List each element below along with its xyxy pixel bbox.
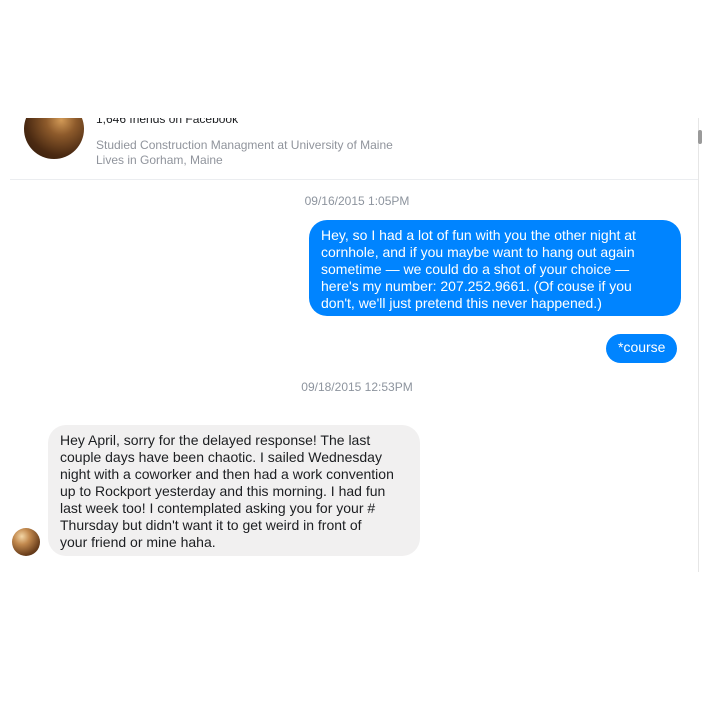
profile-education: Studied Construction Managment at Univer… [96,138,393,152]
message-timestamp: 09/18/2015 12:53PM [301,380,413,394]
scrollbar-thumb[interactable] [698,130,702,144]
message-text: Hey April, sorry for the delayed respons… [60,432,394,550]
profile-location: Lives in Gorham, Maine [96,153,223,167]
incoming-message-bubble[interactable]: Hey April, sorry for the delayed respons… [48,425,420,556]
profile-avatar[interactable] [24,118,84,159]
message-text: *course [618,339,666,355]
outgoing-message-bubble[interactable]: *course [606,334,678,363]
message-timestamp: 09/16/2015 1:05PM [304,194,410,208]
panel-border [698,118,699,572]
message-text: Hey, so I had a lot of fun with you the … [321,227,636,311]
outgoing-message-bubble[interactable]: Hey, so I had a lot of fun with you the … [309,220,681,316]
conversation-panel: 1,646 friends on Facebook Studied Constr… [10,118,698,572]
profile-friends-count: 1,646 friends on Facebook [96,118,239,126]
sender-avatar[interactable] [12,528,40,556]
profile-divider [10,179,698,180]
